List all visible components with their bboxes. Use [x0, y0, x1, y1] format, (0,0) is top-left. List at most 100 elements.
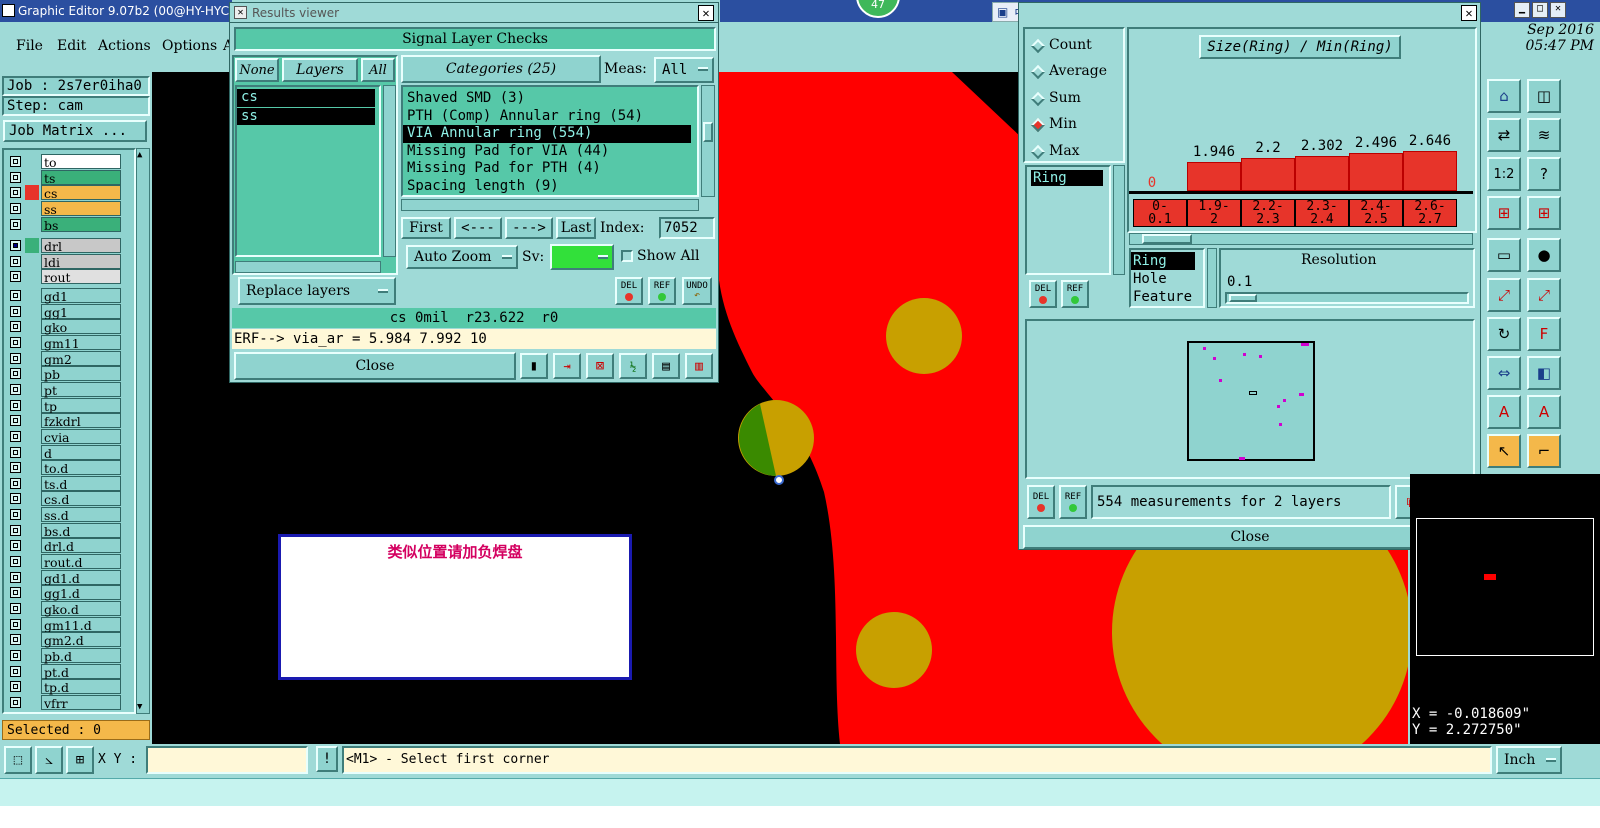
option-hole[interactable]: Hole	[1131, 270, 1203, 288]
layer-name[interactable]: pb.d	[41, 647, 121, 664]
layer-row[interactable]: gd1.d	[8, 569, 123, 586]
layer-name[interactable]: drl	[41, 238, 121, 254]
layer-color-swatch[interactable]	[25, 663, 39, 679]
layer-color-swatch[interactable]	[25, 491, 39, 507]
measure-tool-icon[interactable]: ⦣	[35, 746, 63, 774]
pin-icon[interactable]: ▮	[520, 353, 548, 379]
option-feature[interactable]: Feature	[1131, 288, 1203, 306]
clear-icon[interactable]: ⊠	[586, 353, 614, 379]
layer-color-swatch[interactable]	[25, 647, 39, 663]
layer-checkbox[interactable]	[10, 509, 21, 521]
layer-name[interactable]: gm11.d	[41, 616, 121, 633]
del-button[interactable]: DEL	[615, 277, 643, 305]
layer-color-swatch[interactable]	[25, 319, 39, 335]
layer-checkbox[interactable]	[10, 368, 21, 380]
layer-row[interactable]: rout.d	[8, 554, 123, 570]
layer-color-swatch[interactable]	[25, 460, 39, 476]
category-item[interactable]: Spacing length (9)	[403, 178, 697, 196]
meas-dropdown[interactable]: All	[654, 57, 714, 83]
scroll-up-icon[interactable]: ▲	[137, 150, 142, 160]
layer-name[interactable]: pb	[41, 366, 121, 382]
hist-close-icon[interactable]: ✕	[1461, 5, 1477, 21]
layer-down-icon[interactable]: ◫	[1527, 79, 1561, 113]
hist-bin-label[interactable]: 0- 0.1	[1133, 199, 1187, 227]
stat-label[interactable]: Min	[1049, 116, 1077, 132]
layer-name[interactable]: pt.d	[41, 663, 121, 680]
layer-checkbox[interactable]	[10, 240, 21, 251]
layer-row[interactable]: tp.d	[8, 679, 123, 695]
layer-name[interactable]: to.d	[41, 460, 121, 476]
hist-bin-label[interactable]: 2.2- 2.3	[1241, 199, 1295, 227]
layer-name[interactable]: ts	[41, 169, 121, 186]
layer-name[interactable]: ldi	[41, 253, 121, 270]
layer-name[interactable]: tp.d	[41, 679, 121, 695]
rv-layer-item[interactable]: ss	[237, 107, 375, 126]
layer-name[interactable]: tp	[41, 397, 121, 414]
rv-layer-hscrollbar[interactable]	[235, 261, 381, 273]
mirror-icon[interactable]: F	[1527, 317, 1561, 351]
layer-name[interactable]: pt	[41, 381, 121, 398]
layer-color-swatch[interactable]	[25, 569, 39, 585]
layer-row[interactable]: bs.d	[8, 522, 123, 539]
layer-checkbox[interactable]	[10, 681, 21, 693]
rv-titlebar[interactable]: ✕ Results viewer ✕	[230, 3, 718, 23]
layer-row[interactable]: drl	[8, 238, 123, 254]
layer-checkbox[interactable]	[10, 352, 21, 364]
hist-bin-label[interactable]: 2.4- 2.5	[1349, 199, 1403, 227]
layer-checkbox[interactable]	[10, 477, 21, 489]
pointer-icon[interactable]: ↖	[1487, 434, 1521, 468]
layer-checkbox[interactable]	[10, 587, 21, 599]
layer-name[interactable]: vfrr	[41, 694, 121, 711]
layer-checkbox[interactable]	[10, 321, 21, 333]
layer-row[interactable]: tp	[8, 397, 123, 414]
layer-color-swatch[interactable]	[25, 381, 39, 397]
layer-checkbox[interactable]	[10, 305, 21, 317]
categories-button[interactable]: Categories (25)	[401, 55, 601, 83]
layer-name[interactable]: fzkdrl	[41, 413, 121, 429]
layer-row[interactable]: ts	[8, 169, 123, 186]
layer-checkbox[interactable]	[10, 462, 21, 474]
export-icon[interactable]: ⇥	[553, 353, 581, 379]
layer-name[interactable]: gm2	[41, 350, 121, 367]
hist-preview-del-button[interactable]: DEL	[1027, 485, 1055, 519]
layer-row[interactable]: gg1.d	[8, 585, 123, 601]
layer-row[interactable]: d	[8, 444, 123, 461]
hist-hscrollbar[interactable]	[1129, 233, 1473, 245]
hist-preview-ref-button[interactable]: REF	[1059, 485, 1087, 519]
hist-bin-label[interactable]: 1.9- 2	[1187, 199, 1241, 227]
stat-label[interactable]: Average	[1049, 63, 1107, 79]
layer-color-swatch[interactable]	[25, 413, 39, 429]
hist-del-button[interactable]: DEL	[1029, 280, 1057, 308]
layer-row[interactable]: to.d	[8, 460, 123, 476]
pad-icon[interactable]: ●	[1527, 238, 1561, 272]
hist-list-item[interactable]: Ring	[1031, 170, 1103, 186]
layer-name[interactable]: gg1.d	[41, 585, 121, 601]
ref-button[interactable]: REF	[648, 277, 676, 305]
hist-bar[interactable]	[1349, 153, 1403, 191]
option-ring[interactable]: Ring	[1131, 252, 1195, 270]
menu-edit[interactable]: Edit	[57, 38, 86, 54]
hist-bar[interactable]	[1241, 157, 1295, 191]
all-layers-button[interactable]: All	[361, 58, 395, 82]
hist-bar[interactable]	[1187, 161, 1241, 191]
layer-row[interactable]: ldi	[8, 253, 123, 270]
netlist-icon[interactable]: ⊞	[1487, 196, 1521, 230]
layer-checkbox[interactable]	[10, 271, 21, 283]
netlist2-icon[interactable]: ⊞	[1527, 196, 1561, 230]
layer-checkbox[interactable]	[10, 415, 21, 427]
layer-row[interactable]: gko	[8, 319, 123, 335]
sv-color-dropdown[interactable]	[550, 244, 614, 270]
category-item-selected[interactable]: VIA Annular ring (554)	[403, 125, 691, 143]
layers-button[interactable]: Layers	[282, 58, 358, 82]
category-item[interactable]: Shaved SMD (3)	[403, 90, 697, 108]
layer-checkbox[interactable]	[10, 383, 21, 395]
layer-row[interactable]: pb	[8, 366, 123, 382]
layer-name[interactable]: cs	[41, 185, 121, 201]
layer-row[interactable]: gm11	[8, 334, 123, 351]
stat-label[interactable]: Count	[1049, 37, 1092, 53]
layer-color-swatch[interactable]	[25, 616, 39, 632]
measure2-icon[interactable]: ⤢	[1527, 278, 1561, 312]
zoom-window-icon[interactable]: ⬚	[4, 746, 32, 774]
replace-layers-dropdown[interactable]: Replace layers	[238, 277, 396, 305]
layer-name[interactable]: gko.d	[41, 601, 121, 617]
